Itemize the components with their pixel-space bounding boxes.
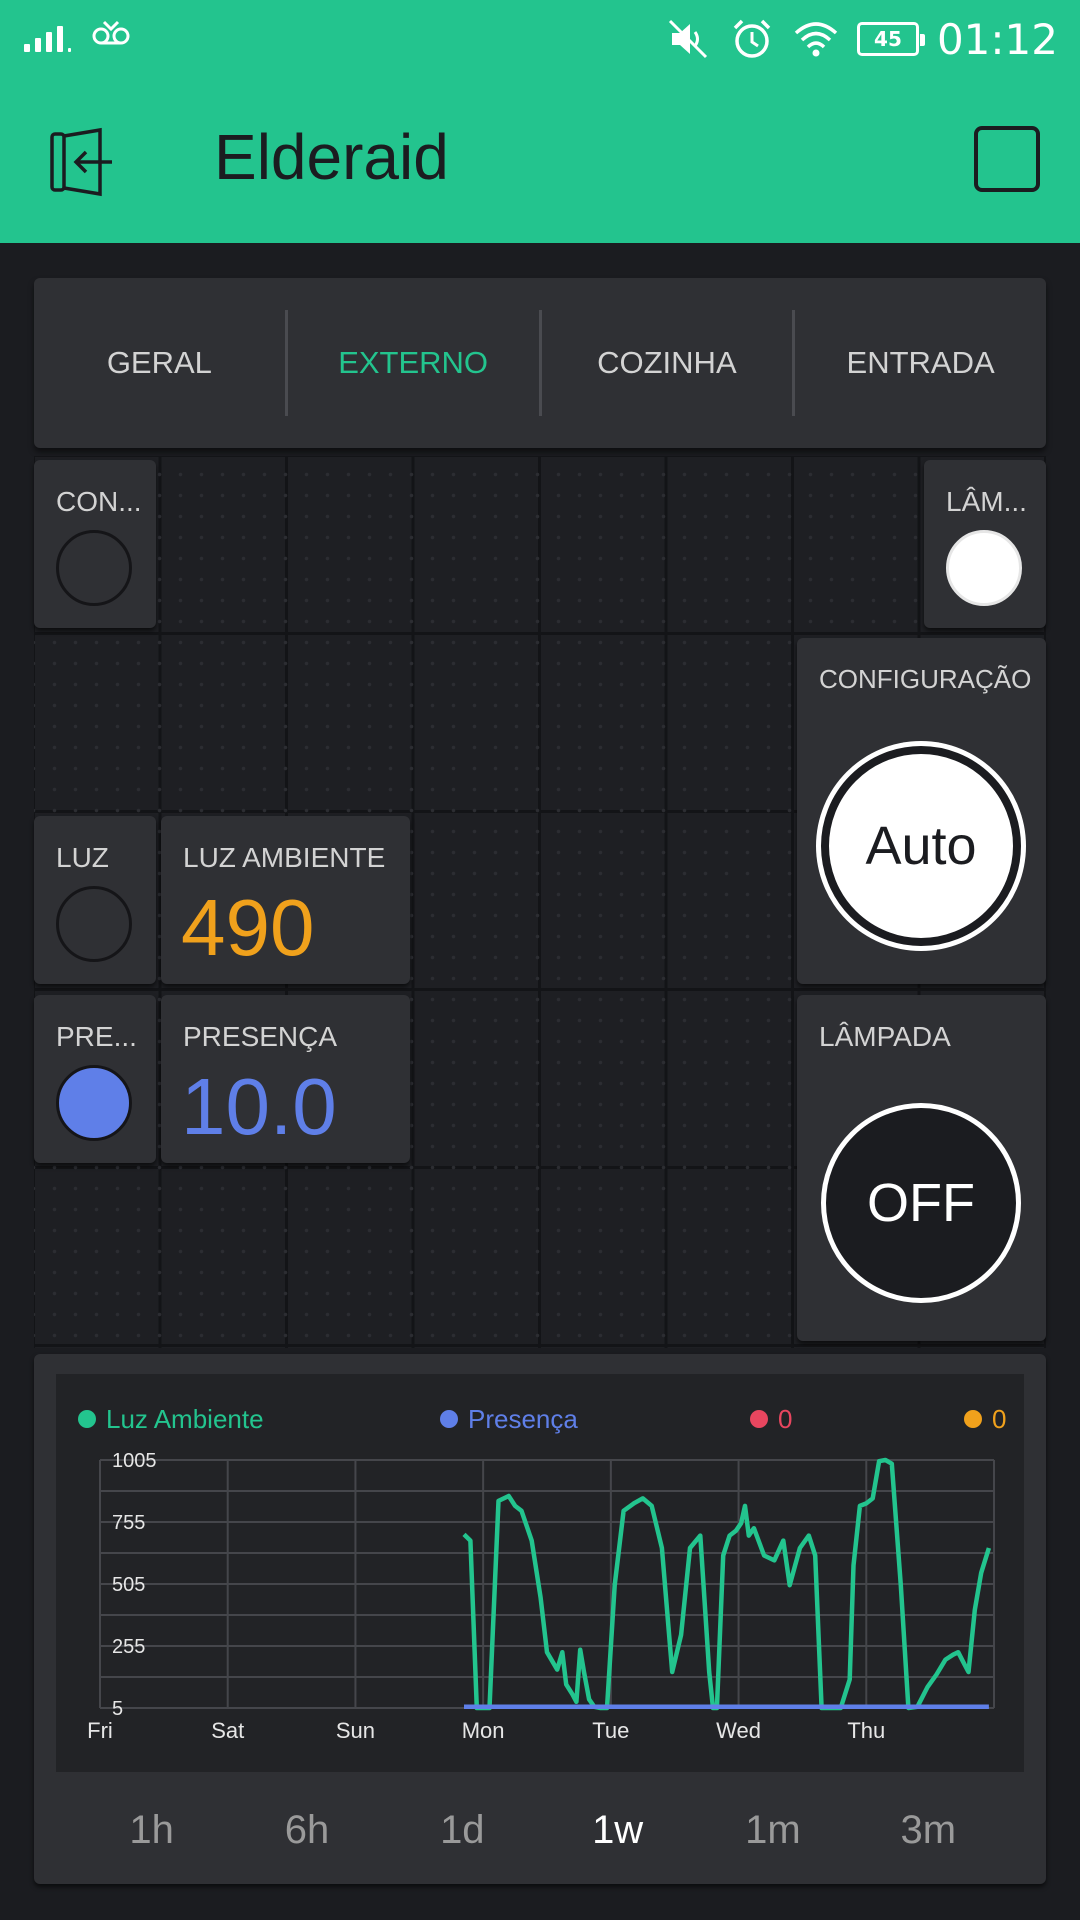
superchart-widget: Luz Ambiente Presença 0 0 1005 755 505 255 5… (34, 1354, 1046, 1884)
stop-button[interactable] (974, 126, 1040, 192)
wifi-icon (793, 16, 839, 62)
auto-button[interactable]: Auto (821, 746, 1021, 946)
x-tick-label: Mon (462, 1718, 505, 1743)
x-tick-label: Wed (716, 1718, 761, 1743)
range-1m[interactable]: 1m (723, 1808, 823, 1853)
exit-icon[interactable] (48, 126, 120, 198)
widget-label: LUZ AMBIENTE (183, 842, 386, 873)
luz-ambiente-value: 490 (181, 883, 315, 972)
tab-cozinha[interactable]: COZINHA (542, 310, 796, 416)
y-tick-label: 5 (112, 1698, 123, 1720)
led-indicator (56, 886, 132, 962)
led-indicator (56, 530, 132, 606)
x-tick-label: Fri (87, 1718, 113, 1743)
range-3m[interactable]: 3m (878, 1808, 978, 1853)
x-tick-label: Tue (592, 1718, 629, 1743)
presenca-value: 10.0 (181, 1062, 337, 1151)
led-widget-lampada-status[interactable]: LÂM... (924, 460, 1046, 628)
y-tick-label: 505 (112, 1574, 145, 1596)
configuracao-widget: CONFIGURAÇÃO Auto (797, 638, 1046, 984)
range-1d[interactable]: 1d (412, 1808, 512, 1853)
alarm-icon (729, 16, 775, 62)
chart-area: Luz Ambiente Presença 0 0 1005 755 505 255 5… (56, 1374, 1024, 1772)
led-widget-presenca[interactable]: PRE... (34, 995, 156, 1163)
battery-icon: 45 (856, 22, 925, 56)
range-1h[interactable]: 1h (102, 1808, 202, 1853)
presenca-display: PRESENÇA 10.0 (161, 995, 410, 1163)
tab-externo[interactable]: EXTERNO (288, 310, 542, 416)
widget-label: PRE... (56, 1021, 137, 1052)
tab-entrada[interactable]: ENTRADA (795, 310, 1046, 416)
widget-label: CONFIGURAÇÃO (819, 664, 1032, 694)
widget-label: LUZ (56, 842, 109, 873)
status-bar: 45 01:12 (0, 0, 1080, 78)
y-tick-label: 755 (112, 1512, 145, 1534)
widget-label: LÂMPADA (819, 1021, 951, 1052)
line-chart[interactable]: 1005 755 505 255 5Fri Sat Sun Mon Tue Wed Thu (56, 1374, 1024, 1772)
led-indicator (56, 1065, 132, 1141)
voicemail-icon (91, 18, 131, 52)
widget-label: PRESENÇA (183, 1021, 338, 1052)
range-6h[interactable]: 6h (257, 1808, 357, 1853)
range-1w[interactable]: 1w (568, 1808, 668, 1853)
clock: 01:12 (936, 14, 1058, 64)
x-tick-label: Sat (211, 1718, 244, 1743)
time-range-selector: 1h 6h 1d 1w 1m 3m (34, 1790, 1046, 1870)
x-tick-label: Sun (336, 1718, 375, 1743)
luz-ambiente-display: LUZ AMBIENTE 490 (161, 816, 410, 984)
tab-geral[interactable]: GERAL (34, 310, 288, 416)
y-tick-label: 255 (112, 1636, 145, 1658)
signal-icon (24, 14, 71, 52)
mute-icon (665, 16, 711, 62)
led-widget-con[interactable]: CON... (34, 460, 156, 628)
y-tick-label: 1005 (112, 1450, 157, 1472)
x-tick-label: Thu (847, 1718, 885, 1743)
lampada-widget: LÂMPADA OFF (797, 995, 1046, 1341)
widget-label: LÂM... (946, 486, 1027, 517)
widget-label: CON... (56, 486, 142, 517)
led-indicator (946, 530, 1022, 606)
lampada-toggle-button[interactable]: OFF (821, 1103, 1021, 1303)
led-widget-luz[interactable]: LUZ (34, 816, 156, 984)
app-bar: Elderaid (0, 78, 1080, 243)
page-title: Elderaid (214, 121, 449, 193)
tab-bar: GERAL EXTERNO COZINHA ENTRADA (34, 278, 1046, 448)
